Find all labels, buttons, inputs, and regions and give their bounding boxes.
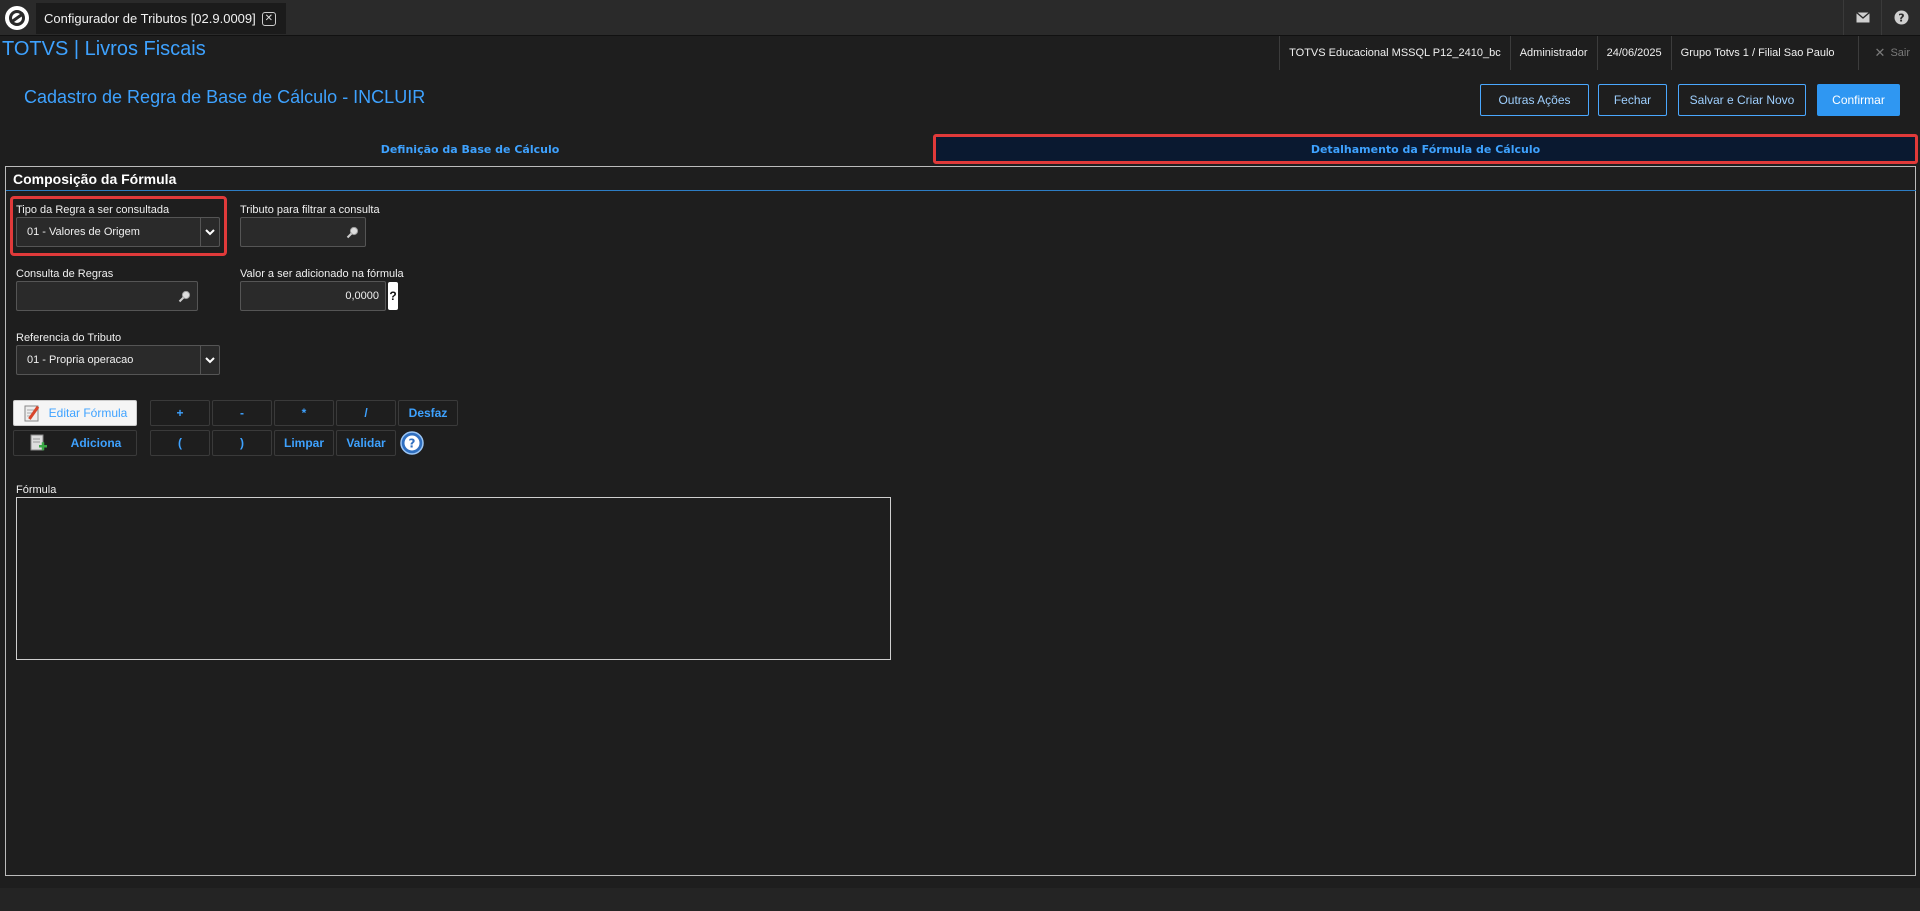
date-info: 24/06/2025 (1596, 36, 1671, 70)
exit-label: Sair (1890, 47, 1910, 59)
app-brand: TOTVS | Livros Fiscais (2, 38, 206, 60)
open-paren-button[interactable]: ( (150, 430, 210, 456)
add-document-icon (30, 434, 47, 451)
page-title: Cadastro de Regra de Base de Cálculo - I… (24, 87, 426, 107)
mail-icon[interactable] (1843, 0, 1882, 35)
formula-label: Fórmula (16, 484, 57, 496)
app-tab[interactable]: Configurador de Tributos [02.9.0009] ✕ (36, 3, 286, 34)
consulta-regras-label: Consulta de Regras (16, 268, 114, 280)
plus-button[interactable]: + (150, 400, 210, 426)
tributo-filtro-input[interactable] (240, 217, 366, 247)
add-button[interactable]: Adiciona (13, 430, 137, 456)
undo-button[interactable]: Desfaz (398, 400, 458, 426)
edit-note-icon (24, 405, 39, 422)
app-tab-title: Configurador de Tributos [02.9.0009] (44, 11, 256, 26)
help-icon[interactable]: ? (1881, 0, 1920, 35)
referencia-tributo-select[interactable]: 01 - Propria operacao (16, 345, 220, 375)
add-label: Adiciona (70, 436, 122, 450)
edit-formula-button[interactable]: Editar Fórmula (13, 400, 137, 426)
chevron-down-icon[interactable] (200, 218, 219, 246)
tipo-regra-value: 01 - Valores de Origem (27, 226, 140, 238)
referencia-tributo-value: 01 - Propria operacao (27, 354, 134, 366)
exit-button[interactable]: ✕ Sair (1857, 36, 1920, 70)
svg-text:?: ? (409, 437, 416, 451)
section-divider (6, 190, 1916, 191)
session-info-bar: TOTVS Educacional MSSQL P12_2410_bc Admi… (1279, 36, 1920, 70)
totvs-logo-icon[interactable] (4, 5, 30, 31)
minus-button[interactable]: - (212, 400, 272, 426)
help-icon[interactable]: ? (400, 431, 424, 455)
tab-detalhamento-formula[interactable]: Detalhamento da Fórmula de Cálculo (933, 134, 1918, 164)
consulta-regras-input[interactable] (16, 281, 198, 311)
svg-text:?: ? (1898, 12, 1904, 25)
tab-definicao-base[interactable]: Definição da Base de Cálculo (0, 134, 940, 164)
divide-button[interactable]: / (336, 400, 396, 426)
section-title: Composição da Fórmula (13, 171, 177, 187)
bottom-bar (0, 888, 1920, 911)
multiply-button[interactable]: * (274, 400, 334, 426)
tipo-regra-label: Tipo da Regra a ser consultada (16, 204, 170, 216)
app-tab-bar (0, 0, 1920, 36)
edit-formula-label: Editar Fórmula (48, 406, 128, 420)
environment-info: TOTVS Educacional MSSQL P12_2410_bc (1279, 36, 1510, 70)
tipo-regra-select[interactable]: 01 - Valores de Origem (16, 217, 220, 247)
search-icon[interactable] (178, 290, 191, 303)
valor-adicionado-label: Valor a ser adicionado na fórmula (240, 268, 404, 280)
close-tab-icon[interactable]: ✕ (261, 11, 276, 26)
confirm-button[interactable]: Confirmar (1817, 84, 1900, 116)
search-icon[interactable] (346, 226, 359, 239)
close-icon: ✕ (1874, 45, 1886, 60)
save-and-new-button[interactable]: Salvar e Criar Novo (1678, 84, 1806, 116)
chevron-down-icon[interactable] (200, 346, 219, 374)
close-paren-button[interactable]: ) (212, 430, 272, 456)
branch-info: Grupo Totvs 1 / Filial Sao Paulo (1670, 36, 1844, 70)
user-info: Administrador (1509, 36, 1597, 70)
tributo-filtro-label: Tributo para filtrar a consulta (240, 204, 380, 216)
valor-adicionado-value: 0,0000 (345, 290, 379, 302)
other-actions-button[interactable]: Outras Ações (1480, 84, 1589, 116)
formula-textarea[interactable] (16, 497, 891, 660)
validate-button[interactable]: Validar (336, 430, 396, 456)
valor-adicionado-input[interactable]: 0,0000 (240, 281, 386, 311)
referencia-tributo-label: Referencia do Tributo (16, 332, 122, 344)
close-button[interactable]: Fechar (1598, 84, 1667, 116)
valor-help-button[interactable]: ? (388, 282, 398, 310)
clear-button[interactable]: Limpar (274, 430, 334, 456)
